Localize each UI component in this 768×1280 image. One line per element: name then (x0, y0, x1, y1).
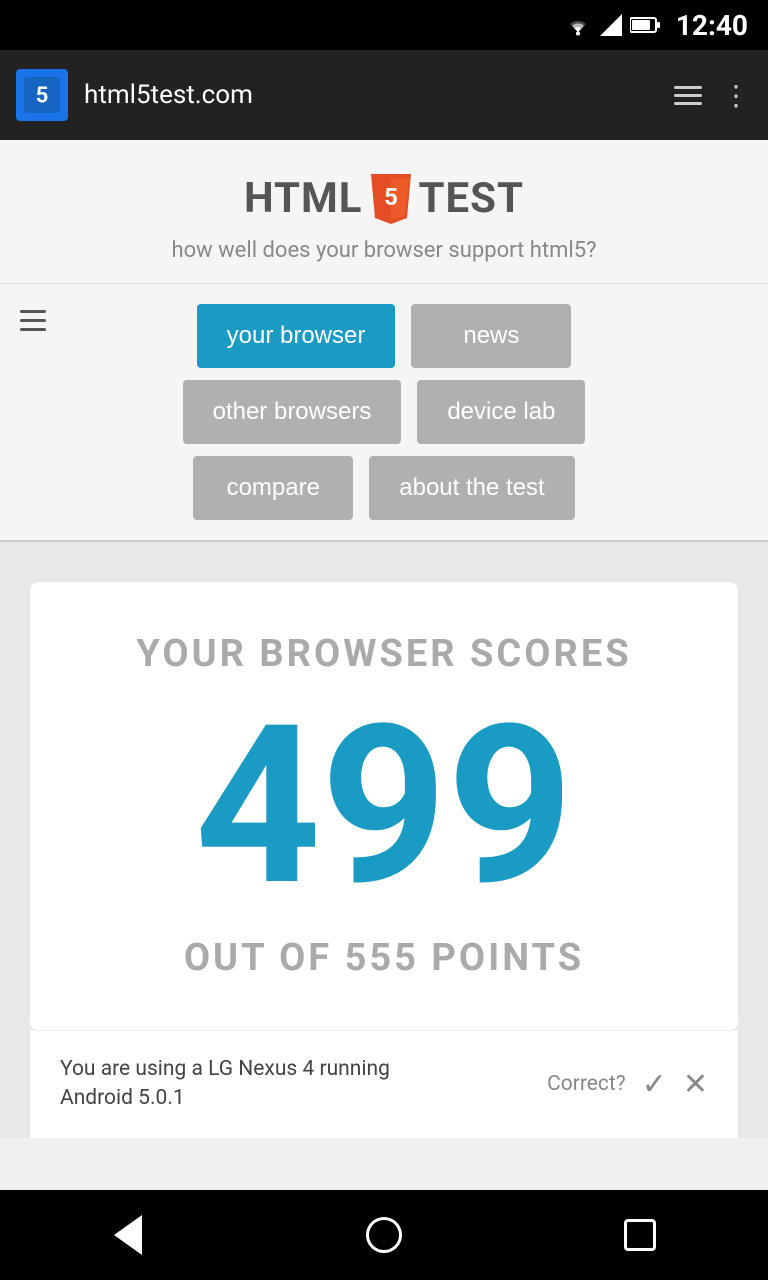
correct-section: Correct? ✓ ✕ (547, 1067, 708, 1102)
site-logo: HTML 5 TEST (244, 170, 524, 226)
browser-favicon: 5 (16, 69, 68, 121)
nav-row-2: other browsers device lab (183, 380, 586, 444)
nav-about-test[interactable]: about the test (369, 456, 574, 520)
main-content: HTML 5 TEST how well does your browser s… (0, 140, 768, 1138)
bottom-nav (0, 1190, 768, 1280)
device-text: You are using a LG Nexus 4 running Andro… (60, 1055, 390, 1114)
nav-row-1: your browser news (197, 304, 572, 368)
site-header: HTML 5 TEST how well does your browser s… (0, 140, 768, 284)
hamburger-line (674, 102, 702, 105)
menu-line (20, 319, 46, 322)
logo-html-text: HTML (244, 174, 363, 223)
logo-test-text: TEST (419, 174, 525, 223)
nav-compare[interactable]: compare (193, 456, 353, 520)
browser-url: html5test.com (84, 80, 658, 110)
menu-line (20, 328, 46, 331)
device-line2: Android 5.0.1 (60, 1086, 185, 1110)
back-icon (114, 1215, 142, 1255)
correct-x-icon[interactable]: ✕ (683, 1067, 708, 1102)
nav-other-browsers[interactable]: other browsers (183, 380, 402, 444)
nav-buttons: your browser news other browsers device … (0, 284, 768, 542)
status-bar: 12:40 (0, 0, 768, 50)
site-menu-toggle[interactable] (20, 310, 46, 331)
home-icon (366, 1217, 402, 1253)
more-options-icon[interactable]: ⋮ (722, 79, 752, 112)
hamburger-icon[interactable] (674, 86, 702, 105)
nav-row-3: compare about the test (193, 456, 574, 520)
correct-check-icon[interactable]: ✓ (642, 1067, 667, 1102)
recents-icon (624, 1219, 656, 1251)
hamburger-line (674, 94, 702, 97)
correct-label: Correct? (547, 1072, 626, 1096)
wifi-icon (564, 14, 592, 36)
svg-text:5: 5 (384, 183, 398, 211)
nav-device-lab[interactable]: device lab (417, 380, 585, 444)
device-line1: You are using a LG Nexus 4 running (60, 1057, 390, 1081)
score-label: Your Browser Scores (70, 632, 698, 676)
home-button[interactable] (344, 1195, 424, 1275)
device-info: You are using a LG Nexus 4 running Andro… (30, 1030, 738, 1138)
back-button[interactable] (88, 1195, 168, 1275)
signal-icon (600, 14, 622, 36)
score-card: Your Browser Scores 499 Out of 555 Point… (30, 582, 738, 1030)
clock: 12:40 (676, 9, 748, 42)
score-section: Your Browser Scores 499 Out of 555 Point… (0, 542, 768, 1138)
status-icons: 12:40 (564, 9, 748, 42)
svg-text:5: 5 (36, 84, 49, 109)
site-tagline: how well does your browser support html5… (172, 238, 597, 263)
battery-icon (630, 16, 660, 34)
recents-button[interactable] (600, 1195, 680, 1275)
score-number: 499 (70, 696, 698, 916)
browser-toolbar: 5 html5test.com ⋮ (0, 50, 768, 140)
hamburger-line (674, 86, 702, 89)
nav-news[interactable]: news (411, 304, 571, 368)
menu-line (20, 310, 46, 313)
nav-your-browser[interactable]: your browser (197, 304, 396, 368)
score-total: Out of 555 Points (70, 936, 698, 980)
html5-shield-icon: 5 (367, 170, 415, 226)
toolbar-icons: ⋮ (674, 79, 752, 112)
